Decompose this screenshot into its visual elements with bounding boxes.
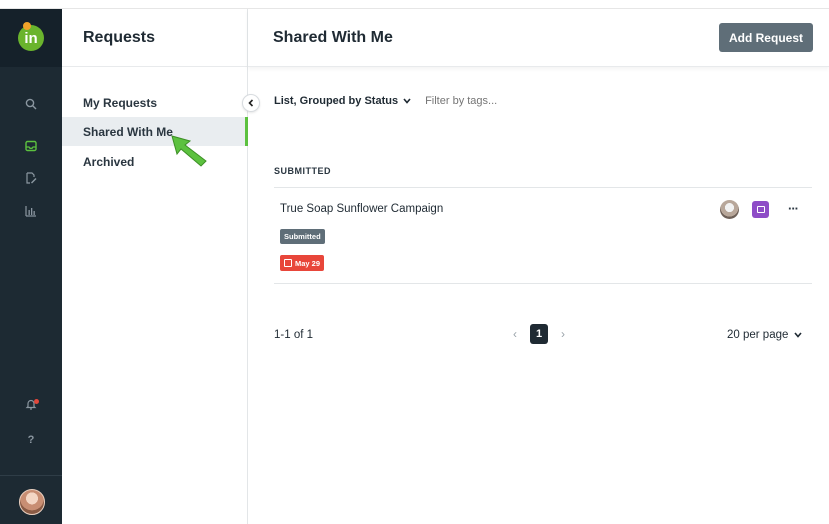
main-panel: Shared With Me Add Request List, Grouped… [248, 9, 829, 524]
group-header-submitted: SUBMITTED [274, 166, 331, 176]
help-glyph: ? [27, 434, 35, 446]
per-page-label: 20 per page [727, 329, 789, 341]
help-icon[interactable]: ? [0, 429, 62, 451]
per-page-select[interactable]: 20 per page [727, 329, 802, 341]
sidebar-item-label: My Requests [83, 95, 158, 110]
status-badge: Submitted [280, 229, 325, 244]
request-title[interactable]: True Soap Sunflower Campaign [280, 203, 443, 215]
logo-area[interactable]: in [0, 9, 62, 67]
chevron-left-icon [248, 99, 254, 107]
chevron-down-icon [403, 98, 411, 104]
edit-file-icon[interactable] [0, 167, 62, 189]
due-date-badge: May 29 [280, 255, 325, 271]
sidebar-item-label: Shared With Me [83, 124, 173, 139]
assignee-avatar[interactable] [720, 200, 739, 219]
app-window: in ? Requests My Requests Shared With Me… [0, 8, 829, 524]
user-avatar[interactable] [19, 489, 45, 515]
pointer-arrow-icon [171, 135, 207, 167]
logo-dot [23, 22, 31, 30]
sidebar-item-my-requests[interactable]: My Requests [62, 88, 248, 117]
inbox-icon[interactable] [0, 135, 62, 157]
calendar-icon [284, 259, 292, 267]
view-mode-label: List, Grouped by Status [274, 95, 399, 107]
bell-icon[interactable] [0, 395, 62, 417]
rail-divider [0, 475, 62, 476]
sidebar-item-label: Archived [83, 154, 135, 169]
app-logo[interactable]: in [18, 22, 44, 51]
due-date-label: May 29 [295, 258, 321, 268]
divider [274, 187, 812, 188]
view-toolbar: List, Grouped by Status [274, 95, 566, 107]
sidebar-item-archived[interactable]: Archived [62, 147, 248, 176]
sidebar-title: Requests [62, 9, 247, 67]
tag-filter-input[interactable] [425, 95, 566, 107]
icon-rail: in ? [0, 9, 62, 524]
view-mode-select[interactable]: List, Grouped by Status [274, 95, 411, 107]
more-options-icon[interactable]: ··· [788, 201, 799, 216]
search-icon[interactable] [0, 93, 62, 115]
sidebar-item-shared-with-me[interactable]: Shared With Me [62, 117, 248, 146]
notification-dot [34, 399, 39, 404]
page-number-current[interactable]: 1 [530, 324, 548, 344]
requests-sidebar: Requests My Requests Shared With Me Arch… [62, 9, 248, 524]
add-request-button[interactable]: Add Request [718, 23, 813, 52]
inbox-badge-icon[interactable] [752, 201, 769, 218]
prev-page-button[interactable]: ‹ [510, 327, 520, 341]
chevron-down-icon [794, 332, 802, 338]
divider [274, 283, 812, 284]
pagination: ‹ 1 › [510, 324, 568, 344]
chart-icon[interactable] [0, 200, 62, 222]
main-header: Shared With Me Add Request [248, 9, 829, 67]
logo-text: in [24, 29, 38, 47]
collapse-sidebar-button[interactable] [242, 94, 260, 112]
next-page-button[interactable]: › [558, 327, 568, 341]
result-count: 1-1 of 1 [274, 329, 313, 341]
page-title: Shared With Me [273, 28, 393, 46]
